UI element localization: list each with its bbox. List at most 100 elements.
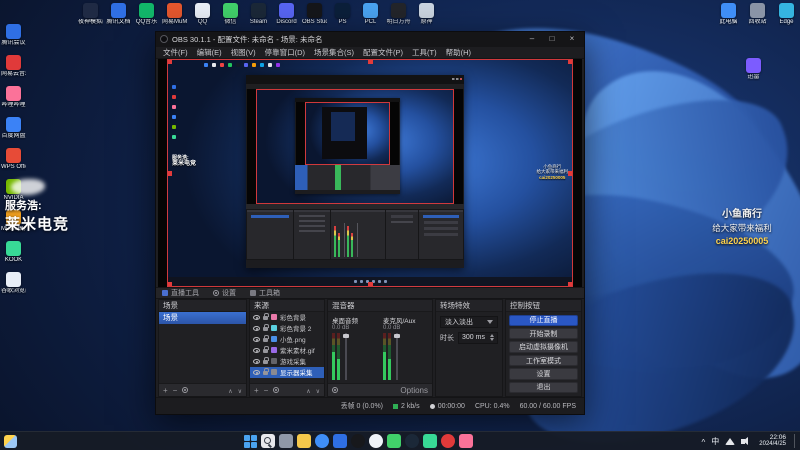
ime-indicator[interactable]: 中 — [711, 436, 719, 447]
show-desktop-button[interactable] — [794, 434, 797, 448]
source-item[interactable]: 彩色背景 — [250, 312, 324, 323]
lock-icon[interactable] — [263, 371, 268, 375]
desktop-icon-steam[interactable]: Steam — [246, 3, 271, 26]
visibility-icon[interactable] — [253, 370, 260, 375]
file-explorer-button[interactable] — [297, 434, 311, 448]
source-item-selected[interactable]: 显示器采集 — [250, 367, 324, 378]
desktop-icon-baidu-pan[interactable]: 百度网盘 — [1, 117, 26, 140]
steam-taskbar-button[interactable] — [405, 434, 419, 448]
desktop-icon-meeting[interactable]: 腾讯会议 — [1, 24, 26, 47]
taskbar-clock[interactable]: 22:06 2024/4/25 — [759, 434, 786, 448]
spinner-arrows[interactable] — [490, 334, 494, 341]
transitions-dock-title[interactable]: 转场特效 — [436, 300, 502, 312]
sources-dock-title[interactable]: 来源 — [250, 300, 324, 312]
desktop-icon-wps[interactable]: WPS Office — [1, 148, 26, 171]
mixer-dock-title[interactable]: 混音器 — [328, 300, 432, 312]
remove-scene-icon[interactable] — [173, 386, 178, 395]
desktop-icon-chrome[interactable]: 谷歌浏览器 — [1, 272, 26, 295]
studio-mode-button[interactable]: 工作室模式 — [509, 355, 578, 366]
visibility-icon[interactable] — [253, 326, 260, 331]
edge-button[interactable] — [315, 434, 329, 448]
toolbar-settings[interactable]: 设置 — [213, 288, 236, 298]
add-scene-icon[interactable] — [163, 386, 168, 395]
lock-icon[interactable] — [263, 316, 268, 320]
weather-widget-icon[interactable] — [4, 435, 17, 448]
task-view-button[interactable] — [279, 434, 293, 448]
minimize-button[interactable]: – — [524, 32, 540, 46]
volume-icon[interactable] — [741, 436, 753, 446]
bilibili-taskbar-button[interactable] — [459, 434, 473, 448]
visibility-icon[interactable] — [253, 359, 260, 364]
desktop-icon-wechat[interactable]: 微信 — [218, 3, 243, 26]
maximize-button[interactable]: □ — [544, 32, 560, 46]
start-button[interactable] — [244, 435, 257, 448]
music-taskbar-button[interactable] — [441, 434, 455, 448]
tray-expand-icon[interactable] — [702, 432, 706, 450]
source-item[interactable]: 彩色背景 2 — [250, 323, 324, 334]
volume-slider[interactable] — [345, 333, 347, 380]
move-source-up-icon[interactable] — [306, 386, 310, 395]
desktop-icon-edge[interactable]: Edge — [774, 3, 799, 26]
scene-gear-icon[interactable] — [182, 387, 188, 393]
lock-icon[interactable] — [263, 360, 268, 364]
lock-icon[interactable] — [263, 338, 268, 342]
virtual-camera-button[interactable]: 启动虚拟摄像机 — [509, 341, 578, 352]
selection-handle[interactable] — [568, 171, 573, 176]
desktop-icon-genshin[interactable]: 原神 — [414, 3, 439, 26]
visibility-icon[interactable] — [253, 315, 260, 320]
toolbar-live-tools[interactable]: 直播工具 — [162, 288, 199, 298]
desktop-icon-ps[interactable]: PS — [330, 3, 355, 26]
desktop-icon-recycle-bin[interactable]: 回收站 — [745, 3, 770, 26]
desktop-icon-kook[interactable]: KOOK — [1, 241, 26, 264]
kook-taskbar-button[interactable] — [423, 434, 437, 448]
duration-spinner[interactable]: 300 ms — [458, 332, 498, 344]
toolbar-toolbox[interactable]: 工具箱 — [250, 288, 280, 298]
obs-title-bar[interactable]: OBS 30.1.1 - 配置文件: 未命名 - 场景: 未命名 – □ × — [156, 32, 584, 47]
menu-edit[interactable]: 编辑(E) — [197, 47, 222, 58]
visibility-icon[interactable] — [253, 337, 260, 342]
stop-streaming-button[interactable]: 停止直播 — [509, 315, 578, 326]
source-item[interactable]: 游戏采集 — [250, 356, 324, 367]
obs-taskbar-button[interactable] — [351, 434, 365, 448]
controls-dock-title[interactable]: 控制按钮 — [506, 300, 581, 312]
menu-help[interactable]: 帮助(H) — [446, 47, 471, 58]
menu-scene-collection[interactable]: 场景集合(S) — [314, 47, 354, 58]
volume-slider[interactable] — [396, 333, 398, 380]
selection-handle[interactable] — [167, 59, 172, 64]
source-gear-icon[interactable] — [273, 387, 279, 393]
lock-icon[interactable] — [263, 327, 268, 331]
menu-view[interactable]: 视图(V) — [231, 47, 256, 58]
selection-handle[interactable] — [368, 59, 373, 64]
desktop-icon-this-pc[interactable]: 此电脑 — [716, 3, 741, 26]
source-item[interactable]: 紫米素材.gif — [250, 345, 324, 356]
exit-button[interactable]: 退出 — [509, 382, 578, 393]
desktop-icon-netease-music[interactable]: 网易云音乐 — [1, 55, 26, 78]
scene-item[interactable]: 场景 — [159, 312, 246, 324]
settings-button[interactable]: 设置 — [509, 368, 578, 379]
selection-handle[interactable] — [368, 282, 373, 287]
visibility-icon[interactable] — [253, 348, 260, 353]
add-source-icon[interactable] — [254, 386, 259, 395]
close-button[interactable]: × — [564, 32, 580, 46]
desktop-icon-docs[interactable]: 腾讯文档 — [106, 3, 131, 26]
remove-source-icon[interactable] — [264, 386, 269, 395]
mixer-options-button[interactable]: Options — [400, 386, 428, 395]
move-scene-down-icon[interactable] — [238, 386, 242, 395]
desktop-icon-bilibili[interactable]: 哔哩哔哩 — [1, 86, 26, 109]
selection-handle[interactable] — [167, 282, 172, 287]
qq-taskbar-button[interactable] — [369, 434, 383, 448]
desktop-icon-qqmusic[interactable]: QQ音乐 — [134, 3, 159, 26]
desktop-icon-mumu[interactable]: 网易MuMu — [162, 3, 187, 26]
desktop-icon-pcl[interactable]: PCL — [358, 3, 383, 26]
desktop-icon-arknights[interactable]: 明日方舟 — [386, 3, 411, 26]
lock-icon[interactable] — [263, 349, 268, 353]
menu-file[interactable]: 文件(F) — [163, 47, 188, 58]
start-recording-button[interactable]: 开始录制 — [509, 328, 578, 339]
search-button[interactable] — [261, 434, 275, 448]
mixer-gear-icon[interactable] — [332, 387, 338, 393]
obs-preview[interactable]: 服务浩: 莱米电竞 小鱼商行 给大家带来福利 cai20250005 — [158, 59, 582, 287]
scenes-dock-title[interactable]: 场景 — [159, 300, 246, 312]
preview-display-capture-source[interactable]: 服务浩: 莱米电竞 小鱼商行 给大家带来福利 cai20250005 — [167, 59, 573, 287]
desktop-icon-obs[interactable]: OBS Studio — [302, 3, 327, 26]
move-scene-up-icon[interactable] — [228, 386, 232, 395]
